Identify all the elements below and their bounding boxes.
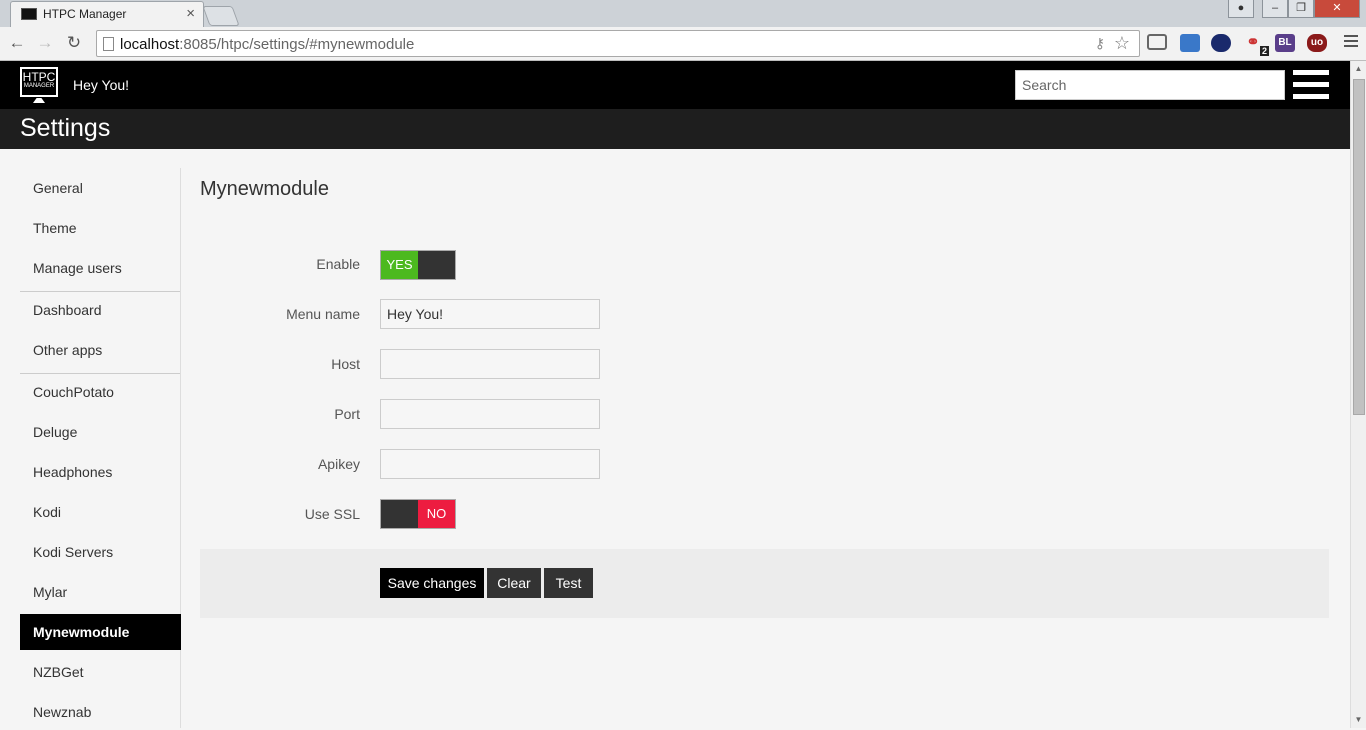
chrome-menu-icon[interactable] bbox=[1344, 35, 1358, 50]
ublock-icon[interactable]: uo bbox=[1307, 34, 1327, 52]
sidebar-item-newznab[interactable]: Newznab bbox=[20, 694, 181, 730]
reload-icon[interactable]: ↻ bbox=[63, 32, 85, 54]
save-changes-button[interactable]: Save changes bbox=[380, 568, 484, 598]
close-window-button[interactable]: ✕ bbox=[1314, 0, 1360, 18]
brand-title[interactable]: Hey You! bbox=[73, 77, 129, 93]
cast-icon[interactable] bbox=[1147, 34, 1167, 50]
sidebar-item-dashboard[interactable]: Dashboard bbox=[20, 292, 181, 328]
scroll-down-icon[interactable]: ▼ bbox=[1351, 712, 1366, 728]
port-input[interactable] bbox=[380, 399, 600, 429]
url-text[interactable]: localhost:8085/htpc/settings/#mynewmodul… bbox=[120, 36, 414, 53]
tab-close-icon[interactable]: × bbox=[186, 5, 195, 22]
form-actions: Save changes Clear Test bbox=[200, 549, 1329, 618]
module-title: Mynewmodule bbox=[200, 178, 329, 200]
sidebar-item-kodi-servers[interactable]: Kodi Servers bbox=[20, 534, 181, 570]
browser-tab[interactable]: HTPC Manager × bbox=[10, 1, 204, 27]
menu-name-label: Menu name bbox=[286, 306, 360, 322]
menu-name-input[interactable] bbox=[380, 299, 600, 329]
sidebar-item-theme[interactable]: Theme bbox=[20, 210, 181, 246]
sidebar-item-manage-users[interactable]: Manage users bbox=[20, 250, 181, 286]
htpc-favicon-icon bbox=[21, 8, 37, 20]
test-button[interactable]: Test bbox=[544, 568, 593, 598]
page-icon bbox=[103, 37, 114, 51]
host-label: Host bbox=[331, 356, 360, 372]
scroll-up-icon[interactable]: ▲ bbox=[1351, 61, 1366, 77]
sidebar-item-mynewmodule[interactable]: Mynewmodule bbox=[20, 614, 181, 650]
link-extension-icon[interactable]: ⚭ 2 bbox=[1243, 34, 1269, 56]
apikey-label: Apikey bbox=[317, 456, 360, 472]
sidebar-item-nzbget[interactable]: NZBGet bbox=[20, 654, 181, 690]
sidebar-item-mylar[interactable]: Mylar bbox=[20, 574, 181, 610]
key-icon[interactable]: ⚷ bbox=[1095, 35, 1105, 52]
address-bar[interactable]: localhost:8085/htpc/settings/#mynewmodul… bbox=[96, 30, 1140, 57]
browser-toolbar: ← → ↻ localhost:8085/htpc/settings/#myne… bbox=[0, 27, 1366, 61]
scroll-thumb[interactable] bbox=[1353, 79, 1365, 415]
folder-extension-icon[interactable] bbox=[1180, 34, 1200, 52]
use-ssl-label: Use SSL bbox=[304, 506, 360, 522]
browser-titlebar: HTPC Manager × ● – ❐ ✕ bbox=[0, 0, 1366, 27]
settings-sidebar: General Theme Manage users Dashboard Oth… bbox=[20, 168, 181, 728]
port-label: Port bbox=[334, 406, 360, 422]
sidebar-item-deluge[interactable]: Deluge bbox=[20, 414, 181, 450]
sidebar-item-kodi[interactable]: Kodi bbox=[20, 494, 181, 530]
sidebar-item-headphones[interactable]: Headphones bbox=[20, 454, 181, 490]
app-header: HTPC MANAGER Hey You! bbox=[0, 61, 1350, 109]
host-input[interactable] bbox=[380, 349, 600, 379]
url-host: localhost bbox=[120, 36, 180, 53]
sidebar-item-couchpotato[interactable]: CouchPotato bbox=[20, 374, 181, 410]
bl-extension-icon[interactable]: BL bbox=[1275, 34, 1295, 52]
hamburger-menu-icon[interactable] bbox=[1293, 70, 1329, 100]
restore-button[interactable]: ❐ bbox=[1288, 0, 1314, 18]
forward-arrow-icon[interactable]: → bbox=[34, 32, 56, 54]
url-path: :8085/htpc/settings/#mynewmodule bbox=[179, 36, 415, 53]
logo-text-top: HTPC bbox=[22, 70, 56, 84]
clear-button[interactable]: Clear bbox=[487, 568, 541, 598]
extension-badge: 2 bbox=[1259, 46, 1269, 56]
minimize-button[interactable]: – bbox=[1262, 0, 1288, 18]
sidebar-item-other-apps[interactable]: Other apps bbox=[20, 332, 181, 368]
toggle-yes-state: YES bbox=[381, 251, 418, 279]
enable-toggle[interactable]: YES bbox=[380, 250, 456, 280]
toggle-no-state: NO bbox=[418, 500, 455, 528]
bookmark-star-icon[interactable]: ☆ bbox=[1114, 33, 1130, 54]
apikey-input[interactable] bbox=[380, 449, 600, 479]
enable-label: Enable bbox=[316, 256, 360, 272]
sidebar-item-general[interactable]: General bbox=[20, 170, 181, 206]
search-input[interactable] bbox=[1015, 70, 1285, 100]
settings-bar: Settings bbox=[0, 109, 1350, 149]
tab-title: HTPC Manager bbox=[43, 7, 127, 21]
page-title: Settings bbox=[20, 114, 111, 142]
page-scrollbar[interactable]: ▲ ▼ bbox=[1350, 61, 1366, 728]
profile-icon[interactable]: ● bbox=[1228, 0, 1254, 18]
back-arrow-icon[interactable]: ← bbox=[6, 32, 28, 54]
speed-extension-icon[interactable] bbox=[1211, 34, 1231, 52]
logo-text-bottom: MANAGER bbox=[23, 83, 55, 89]
use-ssl-toggle[interactable]: NO bbox=[380, 499, 456, 529]
new-tab-button[interactable] bbox=[202, 6, 240, 26]
htpc-logo[interactable]: HTPC MANAGER bbox=[20, 67, 58, 97]
